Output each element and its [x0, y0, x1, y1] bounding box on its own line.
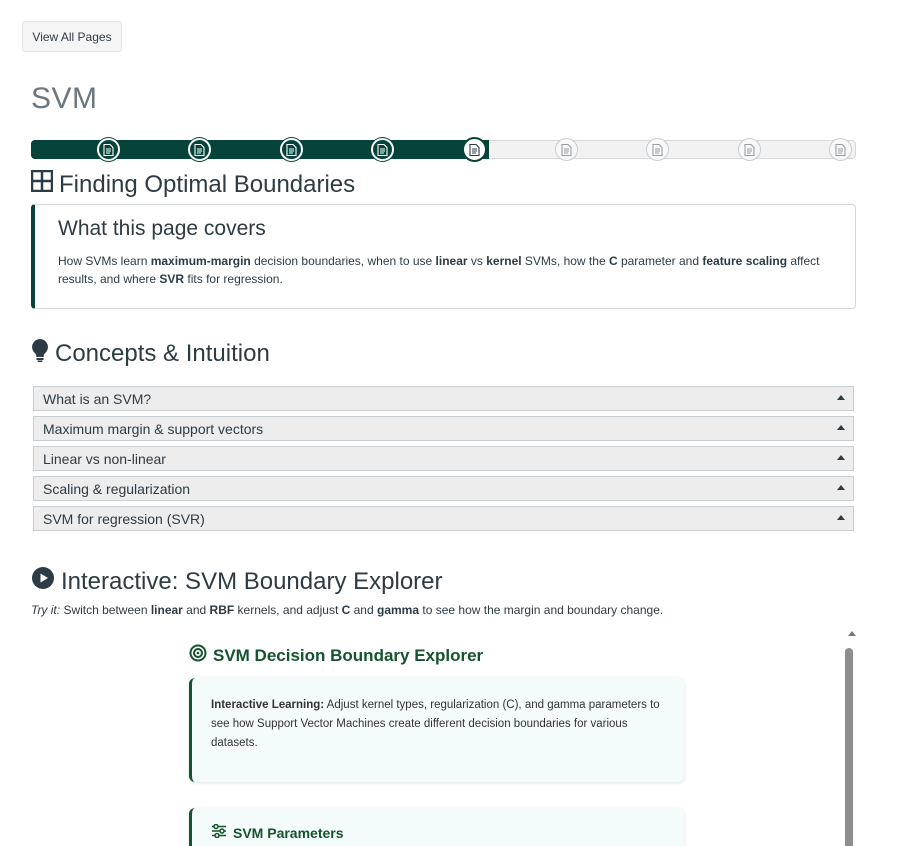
covers-text-fragment: parameter and [617, 254, 703, 268]
caret-up-icon [837, 455, 845, 460]
target-icon [189, 644, 207, 667]
accordion-item[interactable]: Maximum margin & support vectors [33, 416, 854, 441]
callout-text: How SVMs learn maximum-margin decision b… [58, 252, 838, 288]
tryit-fragment: RBF [209, 603, 235, 617]
accordion-label: Linear vs non-linear [43, 450, 166, 467]
accordion-label: SVM for regression (SVR) [43, 510, 205, 527]
tryit-fragment: Try it: [31, 603, 61, 617]
covers-text-fragment: feature scaling [702, 254, 788, 268]
interactive-embed[interactable]: SVM Decision Boundary Explorer Interacti… [31, 628, 856, 846]
tryit-fragment: C [341, 603, 351, 617]
tryit-fragment: and [182, 603, 210, 617]
play-circle-icon [31, 566, 55, 597]
progress-step-2-page-icon[interactable] [188, 138, 212, 161]
accordion-item[interactable]: What is an SVM? [33, 386, 854, 411]
section-title: Concepts & Intuition [55, 339, 270, 367]
scrollbar-thumb[interactable] [845, 648, 853, 846]
parameters-title: SVM Parameters [211, 823, 344, 841]
covers-text-fragment: vs [467, 254, 487, 268]
tryit-fragment: Switch between [60, 603, 151, 617]
covers-text-fragment: C [608, 254, 618, 268]
progress-step-6-page-icon[interactable] [554, 138, 578, 161]
progress-step-8-page-icon[interactable] [737, 138, 761, 161]
caret-up-icon [837, 395, 845, 400]
section-title: Finding Optimal Boundaries [59, 170, 356, 198]
tryit-fragment: linear [150, 603, 183, 617]
accordion-label: Maximum margin & support vectors [43, 420, 264, 437]
interactive-info-card: Interactive Learning: Adjust kernel type… [189, 678, 684, 782]
view-all-pages-button[interactable]: View All Pages [22, 21, 122, 52]
section-title: Interactive: SVM Boundary Explorer [61, 567, 443, 595]
accordion-item[interactable]: SVM for regression (SVR) [33, 506, 854, 531]
covers-text-fragment: kernel [486, 254, 522, 268]
grid-icon [30, 169, 54, 199]
try-it-instructions: Try it: Switch between linear and RBF ke… [31, 603, 663, 617]
covers-text-fragment: SVR [159, 272, 185, 286]
explorer-title-text: SVM Decision Boundary Explorer [213, 645, 484, 665]
accordion-item[interactable]: Linear vs non-linear [33, 446, 854, 471]
covers-text-fragment: linear [435, 254, 468, 268]
tryit-fragment: gamma [377, 603, 420, 617]
caret-up-icon [837, 425, 845, 430]
accordion-label: What is an SVM? [43, 390, 152, 407]
page-covers-callout: What this page covers How SVMs learn max… [31, 204, 856, 309]
page-title: SVM [31, 82, 98, 115]
section-heading-boundaries: Finding Optimal Boundaries [30, 169, 356, 199]
section-heading-interactive: Interactive: SVM Boundary Explorer [31, 566, 443, 597]
scroll-up-arrow[interactable] [848, 631, 856, 636]
covers-text-fragment: How SVMs learn [58, 254, 151, 268]
module-progress-bar [31, 137, 856, 162]
progress-step-5-page-icon[interactable] [461, 137, 487, 162]
lightbulb-icon [31, 338, 49, 369]
svm-parameters-panel: SVM Parameters [189, 808, 684, 846]
tryit-fragment: to see how the margin and boundary chang… [419, 603, 664, 617]
explorer-title: SVM Decision Boundary Explorer [189, 644, 483, 667]
covers-text-fragment: fits for regression. [184, 272, 283, 286]
accordion-item[interactable]: Scaling & regularization [33, 476, 854, 501]
accordion-label: Scaling & regularization [43, 480, 191, 497]
section-heading-concepts: Concepts & Intuition [31, 338, 270, 369]
progress-step-7-page-icon[interactable] [646, 138, 670, 161]
parameters-title-text: SVM Parameters [233, 824, 344, 841]
progress-step-1-page-icon[interactable] [96, 138, 120, 161]
sliders-icon [211, 823, 227, 841]
covers-text-fragment: maximum-margin [150, 254, 251, 268]
caret-up-icon [837, 515, 845, 520]
covers-text-fragment: SVMs, how the [521, 254, 609, 268]
callout-title: What this page covers [58, 217, 266, 240]
caret-up-icon [837, 485, 845, 490]
tryit-fragment: kernels, and adjust [234, 603, 342, 617]
info-label: Interactive Learning: [211, 699, 325, 711]
covers-text-fragment: decision boundaries, when to use [250, 254, 436, 268]
tryit-fragment: and [350, 603, 377, 617]
progress-step-3-page-icon[interactable] [279, 138, 303, 161]
